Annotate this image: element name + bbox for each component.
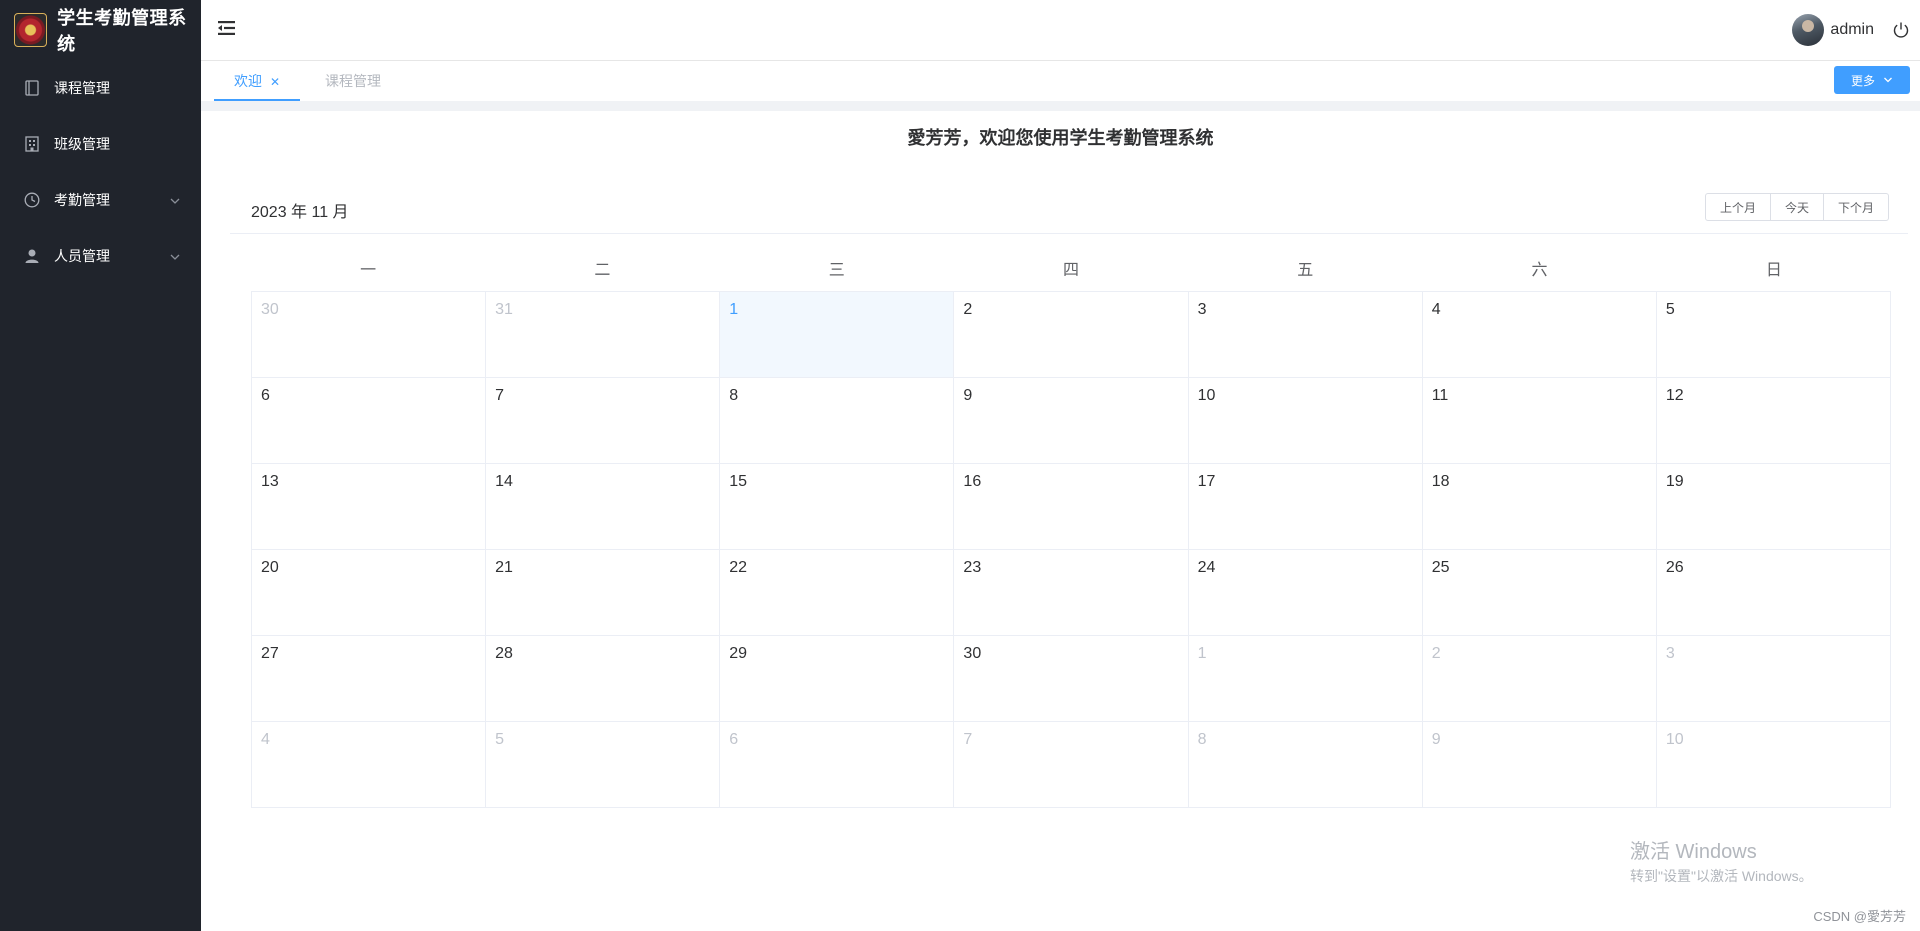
calendar-day[interactable]: 11	[1422, 378, 1657, 464]
clock-icon	[24, 192, 40, 208]
sidebar: 学生考勤管理系统 课程管理 班级管理 考勤管理 人员管理	[0, 0, 201, 931]
more-button[interactable]: 更多	[1834, 66, 1910, 94]
calendar-day[interactable]: 6	[720, 722, 955, 808]
calendar-days: 30 31 1 2 3 4 5 6 7 8 9 10 11 12 13 14 15 16 17 18 19 20 21 22 2…	[251, 291, 1891, 808]
sidebar-item-label: 课程管理	[54, 80, 110, 96]
calendar-title: 2023 年 11 月	[251, 204, 349, 221]
calendar-day[interactable]: 14	[486, 464, 721, 550]
calendar-day[interactable]: 2	[1422, 636, 1657, 722]
calendar-day[interactable]: 6	[252, 378, 487, 464]
watermark-subtitle: 转到"设置"以激活 Windows。	[1630, 868, 1813, 884]
calendar-day[interactable]: 19	[1656, 464, 1891, 550]
calendar-day[interactable]: 4	[252, 722, 487, 808]
sidebar-item-label: 人员管理	[54, 248, 110, 264]
power-icon[interactable]	[1892, 21, 1910, 39]
calendar-day[interactable]: 10	[1188, 378, 1423, 464]
calendar-header: 2023 年 11 月 上个月 今天 下个月	[230, 190, 1908, 234]
calendar-day[interactable]: 5	[486, 722, 721, 808]
calendar-day[interactable]: 12	[1656, 378, 1891, 464]
calendar-day[interactable]: 5	[1656, 292, 1891, 378]
calendar-day[interactable]: 30	[252, 292, 487, 378]
weekday-header: 二	[594, 262, 611, 279]
user-icon	[24, 248, 40, 264]
app-title: 学生考勤管理系统	[57, 8, 187, 54]
divider	[201, 101, 1920, 111]
watermark-title: 激活 Windows	[1630, 841, 1757, 863]
calendar-day[interactable]: 13	[252, 464, 487, 550]
welcome-message: 愛芳芳，欢迎您使用学生考勤管理系统	[907, 128, 1214, 148]
calendar-day[interactable]: 23	[954, 550, 1189, 636]
calendar-day[interactable]: 29	[720, 636, 955, 722]
sidebar-item-people[interactable]: 人员管理	[0, 228, 201, 284]
next-month-button[interactable]: 下个月	[1822, 193, 1889, 221]
calendar-day[interactable]: 15	[720, 464, 955, 550]
brand: 学生考勤管理系统	[0, 0, 201, 60]
tab-courses[interactable]: 课程管理	[325, 61, 381, 101]
prev-month-button[interactable]: 上个月	[1704, 193, 1771, 221]
user-area: admin	[1792, 14, 1910, 46]
calendar-nav: 上个月 今天 下个月	[1704, 193, 1889, 221]
chevron-down-icon	[1884, 77, 1892, 83]
calendar-day[interactable]: 1	[1188, 636, 1423, 722]
calendar-day[interactable]: 31	[486, 292, 721, 378]
calendar-day[interactable]: 9	[1422, 722, 1657, 808]
calendar-day[interactable]: 3	[1188, 292, 1423, 378]
calendar-grid: 一二三四五六日 30 31 1 2 3 4 5 6 7 8 9 10 11 12 13 14 15 16 17 18 1…	[251, 250, 1891, 808]
weekday-header: 四	[1062, 262, 1079, 279]
calendar-day[interactable]: 25	[1422, 550, 1657, 636]
sidebar-item-label: 班级管理	[54, 136, 110, 152]
calendar-day[interactable]: 8	[1188, 722, 1423, 808]
calendar-day[interactable]: 7	[486, 378, 721, 464]
chevron-down-icon	[169, 194, 181, 206]
weekday-row: 一二三四五六日	[251, 250, 1891, 291]
sidebar-item-label: 考勤管理	[54, 192, 110, 208]
calendar-day[interactable]: 28	[486, 636, 721, 722]
calendar-day[interactable]: 7	[954, 722, 1189, 808]
avatar[interactable]	[1792, 14, 1825, 46]
weekday-header: 日	[1765, 262, 1782, 279]
close-icon[interactable]: ✕	[270, 75, 280, 89]
calendar-day[interactable]: 9	[954, 378, 1189, 464]
more-button-label: 更多	[1850, 73, 1875, 88]
calendar-day[interactable]: 30	[954, 636, 1189, 722]
calendar-day[interactable]: 3	[1656, 636, 1891, 722]
tab-label: 课程管理	[325, 73, 381, 89]
weekday-header: 三	[828, 262, 845, 279]
calendar-day[interactable]: 24	[1188, 550, 1423, 636]
calendar-day[interactable]: 10	[1656, 722, 1891, 808]
document-icon	[24, 80, 40, 96]
sidebar-item-courses[interactable]: 课程管理	[0, 60, 201, 116]
sidebar-item-classes[interactable]: 班级管理	[0, 116, 201, 172]
menu-collapse-icon[interactable]	[217, 18, 237, 38]
calendar-day[interactable]: 22	[720, 550, 955, 636]
building-icon	[24, 136, 40, 152]
chevron-down-icon	[169, 250, 181, 262]
sidebar-item-attendance[interactable]: 考勤管理	[0, 172, 201, 228]
calendar-day[interactable]: 16	[954, 464, 1189, 550]
csdn-credit: CSDN @愛芳芳	[1813, 909, 1906, 924]
calendar-day[interactable]: 8	[720, 378, 955, 464]
weekday-header: 六	[1531, 262, 1548, 279]
calendar-day[interactable]: 20	[252, 550, 487, 636]
calendar-day[interactable]: 27	[252, 636, 487, 722]
today-button[interactable]: 今天	[1769, 193, 1824, 221]
school-logo	[14, 13, 48, 47]
weekday-header: 五	[1297, 262, 1314, 279]
tabs-bar: 欢迎 ✕ 课程管理 更多	[201, 61, 1920, 101]
weekday-header: 一	[360, 262, 377, 279]
top-header: admin	[201, 0, 1920, 61]
username[interactable]: admin	[1830, 21, 1874, 39]
calendar-day[interactable]: 2	[954, 292, 1189, 378]
calendar-day[interactable]: 4	[1422, 292, 1657, 378]
tab-label: 欢迎	[234, 73, 262, 89]
calendar-day[interactable]: 21	[486, 550, 721, 636]
calendar-day[interactable]: 17	[1188, 464, 1423, 550]
calendar-day-selected[interactable]: 1	[720, 292, 955, 378]
windows-activation-watermark: 激活 Windows 转到"设置"以激活 Windows。	[1630, 835, 1813, 886]
calendar-day[interactable]: 26	[1656, 550, 1891, 636]
calendar-day[interactable]: 18	[1422, 464, 1657, 550]
tab-welcome[interactable]: 欢迎 ✕	[214, 61, 300, 101]
